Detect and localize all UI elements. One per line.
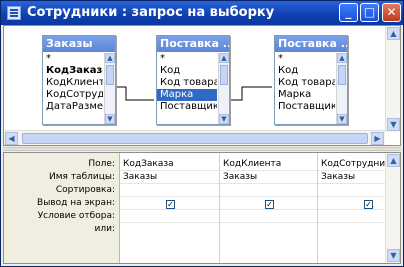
table-header[interactable]: Поставка ... [275, 36, 347, 52]
row-label-criteria: Условие отбора: [37, 211, 115, 221]
cell-field[interactable]: КодЗаказа [120, 159, 174, 170]
pane-horizontal-scrollbar[interactable]: ◀ ▶ [4, 130, 385, 145]
cell-table[interactable]: Заказы [120, 172, 157, 183]
minimize-button[interactable]: _ [339, 3, 358, 22]
scroll-right-icon[interactable]: ▶ [371, 132, 384, 145]
cell-table[interactable]: Заказы [220, 172, 257, 183]
scroll-down-icon[interactable]: ▼ [387, 118, 400, 131]
cell-field[interactable]: КодСотрудни [318, 159, 385, 170]
row-label-or: или: [94, 224, 115, 234]
scroll-thumb[interactable] [22, 133, 368, 144]
field-item-selected[interactable]: Марка [157, 89, 217, 101]
table-box-supply-1[interactable]: Поставка ... * Код Код товара Марка Пост… [156, 35, 230, 125]
scroll-down-icon[interactable]: ▼ [337, 114, 347, 124]
field-scrollbar[interactable]: ▲ ▼ [336, 53, 347, 124]
grid-column-2[interactable]: КодКлиента Заказы ✓ [220, 153, 318, 263]
relationship-line-2 [228, 86, 272, 101]
scroll-up-icon[interactable]: ▲ [387, 154, 400, 167]
table-header[interactable]: Заказы [43, 36, 115, 52]
scroll-down-icon[interactable]: ▼ [387, 249, 400, 262]
pane-vertical-scrollbar[interactable]: ▲ ▼ [385, 26, 400, 132]
field-item[interactable]: КодСотрудни [43, 89, 103, 101]
scroll-up-icon[interactable]: ▲ [387, 27, 400, 40]
query-design-grid[interactable]: Поле: Имя таблицы: Сортировка: Вывод на … [3, 152, 401, 264]
table-header[interactable]: Поставка ... [157, 36, 229, 52]
show-checkbox[interactable]: ✓ [265, 200, 274, 209]
row-label-field: Поле: [88, 159, 115, 169]
cell-table[interactable]: Заказы [318, 172, 355, 183]
field-item[interactable]: КодЗаказа [43, 65, 103, 77]
query-icon [7, 6, 21, 20]
grid-vertical-scrollbar[interactable]: ▲ ▼ [385, 153, 400, 263]
row-label-show: Вывод на экран: [37, 198, 115, 208]
field-scrollbar[interactable]: ▲ ▼ [218, 53, 229, 124]
query-window: Сотрудники : запрос на выборку _ □ ✕ Зак… [0, 0, 404, 267]
field-list[interactable]: * Код Код товара Марка Поставщик [275, 53, 335, 125]
grid-cells[interactable]: КодЗаказа Заказы ✓ КодКлиента Заказы ✓ К… [120, 153, 385, 263]
field-item[interactable]: Поставщик [275, 101, 335, 113]
field-item[interactable]: Код товара [157, 77, 217, 89]
window-title: Сотрудники : запрос на выборку [27, 5, 275, 20]
cell-sort[interactable] [220, 185, 223, 196]
scroll-left-icon[interactable]: ◀ [5, 132, 18, 145]
grid-column-1[interactable]: КодЗаказа Заказы ✓ [120, 153, 220, 263]
row-label-table: Имя таблицы: [49, 172, 115, 182]
field-item[interactable]: Код товара [275, 77, 335, 89]
grid-column-3[interactable]: КодСотрудни Заказы ✓ [318, 153, 385, 263]
show-checkbox[interactable]: ✓ [166, 200, 175, 209]
cell-field[interactable]: КодКлиента [220, 159, 281, 170]
field-list[interactable]: * КодЗаказа КодКлиента КодСотрудни ДатаР… [43, 53, 103, 125]
field-item[interactable]: * [157, 53, 217, 65]
scroll-thumb[interactable] [106, 65, 114, 85]
scroll-thumb[interactable] [220, 65, 228, 85]
maximize-button[interactable]: □ [360, 3, 379, 22]
field-item[interactable]: Код [157, 65, 217, 77]
show-checkbox[interactable]: ✓ [364, 200, 373, 209]
row-labels: Поле: Имя таблицы: Сортировка: Вывод на … [4, 153, 120, 263]
relationship-line-1 [116, 86, 154, 101]
scroll-up-icon[interactable]: ▲ [105, 53, 115, 63]
pane-splitter[interactable] [3, 147, 401, 151]
table-box-orders[interactable]: Заказы * КодЗаказа КодКлиента КодСотрудн… [42, 35, 116, 125]
field-item[interactable]: Поставщик [157, 101, 217, 113]
field-item[interactable]: ДатаРазмещ [43, 101, 103, 113]
close-button[interactable]: ✕ [382, 3, 401, 22]
field-list[interactable]: * Код Код товара Марка Поставщик [157, 53, 217, 125]
title-bar[interactable]: Сотрудники : запрос на выборку _ □ ✕ [1, 1, 403, 25]
field-item[interactable]: КодКлиента [43, 77, 103, 89]
field-item[interactable]: * [43, 53, 103, 65]
field-item[interactable]: * [275, 53, 335, 65]
scroll-up-icon[interactable]: ▲ [337, 53, 347, 63]
field-scrollbar[interactable]: ▲ ▼ [104, 53, 115, 124]
table-pane[interactable]: Заказы * КодЗаказа КодКлиента КодСотрудн… [3, 25, 401, 146]
field-item[interactable]: Марка [275, 89, 335, 101]
field-item[interactable]: Код [275, 65, 335, 77]
table-box-supply-2[interactable]: Поставка ... * Код Код товара Марка Пост… [274, 35, 348, 125]
scroll-down-icon[interactable]: ▼ [105, 114, 115, 124]
scroll-down-icon[interactable]: ▼ [219, 114, 229, 124]
scroll-up-icon[interactable]: ▲ [219, 53, 229, 63]
cell-sort[interactable] [318, 185, 321, 196]
cell-sort[interactable] [120, 185, 123, 196]
scroll-thumb[interactable] [338, 65, 346, 85]
row-label-sort: Сортировка: [55, 185, 115, 195]
